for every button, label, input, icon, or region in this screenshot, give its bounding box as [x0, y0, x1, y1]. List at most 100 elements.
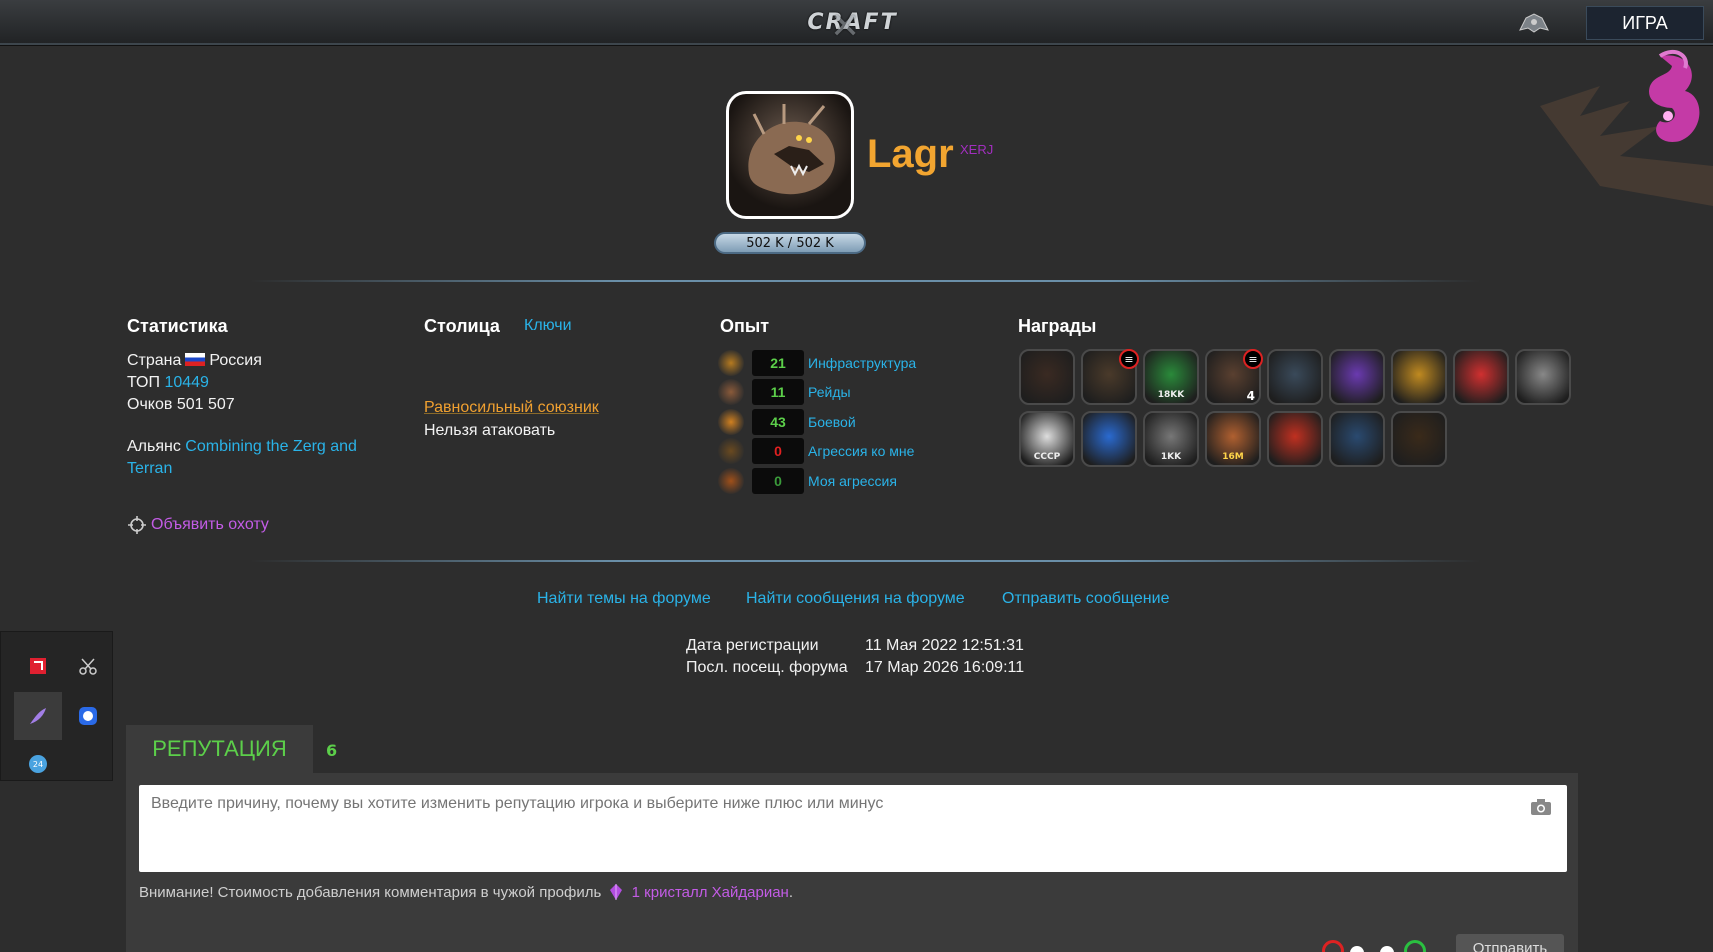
award-count: 4: [1246, 389, 1255, 403]
top-label: ТОП: [127, 374, 160, 391]
alliance-name-2: Terran: [127, 460, 173, 477]
dock-item-3[interactable]: [14, 692, 62, 740]
exp-value: 11: [752, 379, 804, 405]
blue-ghost-award-icon[interactable]: [1081, 411, 1137, 467]
clock-24-icon: 24: [29, 755, 47, 773]
red-eye-award-icon[interactable]: [1019, 349, 1075, 405]
aggression-to-me-icon: [718, 438, 744, 464]
points-line: Очков 501 507: [127, 396, 235, 414]
zerg-creature-award-icon[interactable]: ≡: [1081, 349, 1139, 405]
exp-label-link[interactable]: Моя агрессия: [808, 473, 897, 489]
gray-emblem-award-icon[interactable]: 1KK: [1143, 411, 1199, 467]
find-topics-link[interactable]: Найти темы на форуме: [537, 590, 711, 608]
keys-link[interactable]: Ключи: [524, 317, 572, 335]
fruit-award-icon[interactable]: [1267, 411, 1323, 467]
exp-row: 11 Рейды: [718, 379, 851, 405]
reputation-count: 6: [326, 741, 338, 760]
last-visit-label: Посл. посещ. форума: [686, 659, 848, 676]
cost-warning: Внимание! Стоимость добавления комментар…: [139, 883, 793, 901]
claw-scratch-award-icon[interactable]: [1515, 349, 1571, 405]
ally-status-link[interactable]: Равносильный союзник: [424, 399, 599, 417]
dock-item-5[interactable]: 24: [14, 740, 62, 788]
experience-heading: Опыт: [720, 316, 770, 336]
scissors-icon: [79, 658, 97, 675]
logo-x-mark: ✕: [830, 6, 863, 47]
hunt-link[interactable]: Объявить охоту: [127, 515, 269, 535]
award-caption: 16M: [1222, 452, 1244, 462]
rank-badge-icon: ≡: [1119, 349, 1139, 369]
exp-label-link[interactable]: Рейды: [808, 384, 851, 400]
crystal-icon: [610, 884, 623, 900]
find-posts-link[interactable]: Найти сообщения на форуме: [746, 590, 965, 608]
award-caption: 1KK: [1160, 452, 1182, 462]
zerg-larva-award-icon[interactable]: ≡ 4: [1205, 349, 1263, 405]
player-avatar[interactable]: [726, 91, 854, 219]
egg-award-icon[interactable]: [1391, 411, 1447, 467]
crystal-cost[interactable]: 1 кристалл Хайдариан: [632, 884, 789, 901]
dock-item-1[interactable]: [14, 642, 62, 690]
points-label: Очков: [127, 396, 173, 413]
hunt-label: Объявить охоту: [151, 516, 269, 533]
award-caption: 18KK: [1157, 390, 1185, 400]
craft-logo[interactable]: ✕ CRAFT: [800, 6, 905, 47]
dock-item-2[interactable]: [64, 642, 112, 690]
avatar-image: [729, 94, 851, 216]
last-visit-value: 17 Мар 2026 16:09:11: [865, 659, 1025, 676]
warning-suffix: .: [788, 884, 794, 901]
exp-label-link[interactable]: Агрессия ко мне: [808, 443, 914, 459]
country-value: Россия: [209, 352, 262, 369]
my-aggression-icon: [718, 468, 744, 494]
top-rank-link[interactable]: 10449: [164, 374, 209, 391]
exp-row: 21 Инфраструктура: [718, 350, 916, 376]
header-divider: [250, 280, 1480, 282]
alliance-label: Альянс: [127, 438, 181, 455]
exp-row: 43 Боевой: [718, 409, 856, 435]
cosmonaut-award-icon[interactable]: СССР: [1019, 411, 1075, 467]
reg-label: Дата регистрации: [686, 637, 819, 654]
exp-label-link[interactable]: Инфраструктура: [808, 355, 916, 371]
points-value: 501 507: [176, 396, 235, 413]
side-dock: 24: [0, 631, 113, 781]
alliance-line: Альянс Combining the Zerg and Terran: [127, 436, 397, 480]
exp-row: 0 Моя агрессия: [718, 468, 897, 494]
awards-heading: Награды: [1018, 316, 1097, 336]
alliance-name-1: Combining the Zerg and: [185, 438, 357, 455]
combat-icon: [718, 409, 744, 435]
capital-heading: Столица: [424, 316, 500, 336]
top-bar: ✕ CRAFT ИГРА: [0, 0, 1713, 47]
warning-text: Внимание! Стоимость добавления комментар…: [139, 884, 602, 901]
reputation-tab[interactable]: РЕПУТАЦИЯ: [126, 725, 313, 773]
exp-row: 0 Агрессия ко мне: [718, 438, 914, 464]
reg-value: 11 Мая 2022 12:51:31: [865, 637, 1024, 654]
purple-vortex-award-icon[interactable]: [1329, 349, 1385, 405]
red-santa-award-icon[interactable]: [1453, 349, 1509, 405]
country-label: Страна: [127, 352, 182, 369]
gold-coins-award-icon[interactable]: [1391, 349, 1447, 405]
reputation-reason-input[interactable]: [139, 785, 1567, 872]
game-button[interactable]: ИГРА: [1586, 6, 1704, 40]
fighter-ship-award-icon[interactable]: [1329, 411, 1385, 467]
send-reputation-button[interactable]: Отправить: [1456, 934, 1564, 952]
dock-item-4[interactable]: [64, 692, 112, 740]
blue-mech-award-icon[interactable]: [1267, 349, 1323, 405]
top-line: ТОП 10449: [127, 374, 209, 392]
infrastructure-icon: [718, 350, 744, 376]
exp-value: 21: [752, 350, 804, 376]
exp-value: 43: [752, 409, 804, 435]
green-emblem-award-icon[interactable]: 18KK: [1143, 349, 1199, 405]
send-message-link[interactable]: Отправить сообщение: [1002, 590, 1169, 608]
award-caption: СССР: [1033, 452, 1061, 462]
chat-app-icon: [79, 707, 97, 725]
hp-bar: 502 K / 502 K: [714, 232, 866, 254]
raid-icon: [718, 379, 744, 405]
camera-icon[interactable]: [1530, 798, 1552, 816]
crosshair-icon: [128, 516, 146, 534]
rank-badge-icon: ≡: [1243, 349, 1263, 369]
exp-value: 0: [752, 438, 804, 464]
country-line: Страна Россия: [127, 352, 262, 370]
feather-icon: [30, 708, 46, 724]
ship-icon[interactable]: [1516, 10, 1552, 36]
explosion-16m-award-icon[interactable]: 16M: [1205, 411, 1261, 467]
exp-label-link[interactable]: Боевой: [808, 414, 856, 430]
race-tag: XERJ: [960, 142, 994, 157]
